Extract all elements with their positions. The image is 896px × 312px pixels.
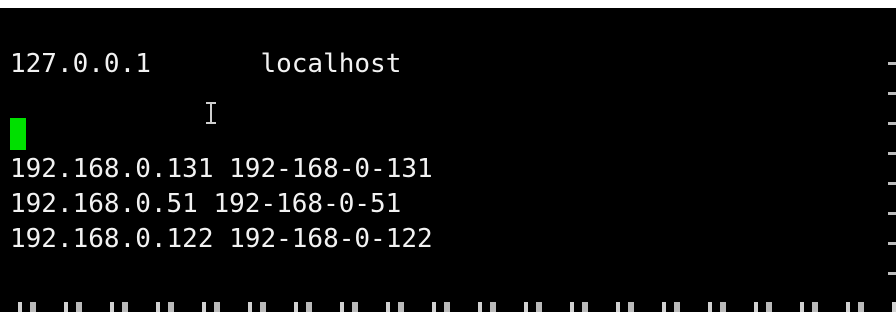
hosts-line-localhost: 127.0.0.1 localhost xyxy=(10,48,401,80)
i-beam-icon xyxy=(206,102,216,124)
ip-address: 127.0.0.1 xyxy=(10,49,151,79)
ip-address: 192.168.0.131 xyxy=(10,154,214,184)
ip-address: 192.168.0.122 xyxy=(10,224,214,254)
hostname: 192-168-0-131 xyxy=(229,154,433,184)
terminal-window[interactable]: 127.0.0.1 localhost 192.168.0.131 192-16… xyxy=(0,8,896,312)
hosts-line-122: 192.168.0.122 192-168-0-122 xyxy=(10,223,433,255)
cut-off-text-row xyxy=(0,290,896,312)
hostname: 192-168-0-122 xyxy=(229,224,433,254)
ip-address: 192.168.0.51 xyxy=(10,189,198,219)
hosts-line-131: 192.168.0.131 192-168-0-131 xyxy=(10,153,433,185)
hosts-line-51: 192.168.0.51 192-168-0-51 xyxy=(10,188,401,220)
scroll-edge-artifact xyxy=(888,48,896,278)
text-cursor xyxy=(10,118,26,150)
hostname: 192-168-0-51 xyxy=(213,189,402,219)
hostname: localhost xyxy=(260,49,402,79)
